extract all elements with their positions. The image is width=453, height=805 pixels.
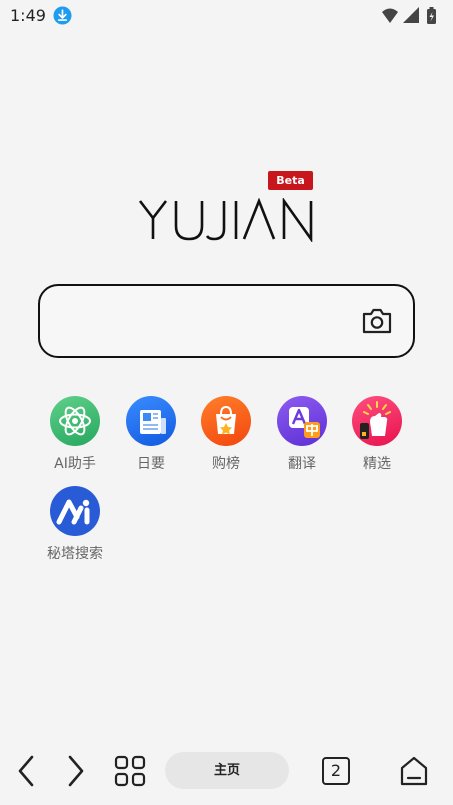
shopping-bag-star-icon (201, 396, 251, 446)
atom-icon (50, 396, 100, 446)
bottom-nav: 主页 2 (0, 740, 453, 805)
shortcut-daily[interactable]: 日要 (113, 396, 189, 482)
shortcut-label: AI助手 (54, 456, 96, 472)
beta-badge: Beta (268, 171, 313, 190)
forward-arrow-icon[interactable] (64, 754, 88, 788)
home-profile-icon[interactable] (399, 755, 429, 787)
tab-count-button[interactable]: 2 (322, 757, 350, 785)
camera-icon[interactable] (361, 306, 393, 336)
battery-charging-icon (427, 7, 436, 24)
status-bar: 1:49 (0, 0, 453, 32)
status-time: 1:49 (10, 6, 46, 25)
home-button[interactable]: 主页 (165, 752, 289, 789)
shortcut-translate[interactable]: 翻译 (264, 396, 340, 482)
shortcut-metaso-search[interactable]: 秘塔搜索 (37, 486, 113, 572)
metaso-icon (50, 486, 100, 536)
shortcut-featured[interactable]: 精选 (339, 396, 415, 482)
shortcut-ai-assistant[interactable]: AI助手 (37, 396, 113, 482)
shortcut-shopping-rank[interactable]: 购榜 (188, 396, 264, 482)
download-arrow-icon (53, 6, 72, 25)
newspaper-icon (126, 396, 176, 446)
back-arrow-icon[interactable] (14, 754, 38, 788)
shortcut-label: 秘塔搜索 (47, 546, 103, 562)
signal-icon (403, 7, 419, 23)
shortcut-label: 翻译 (288, 456, 316, 472)
search-input[interactable] (38, 284, 415, 358)
grid-icon[interactable] (114, 755, 146, 787)
status-icons (382, 7, 436, 24)
yujian-wordmark (138, 198, 313, 242)
wifi-icon (382, 8, 398, 23)
shortcut-label: 日要 (137, 456, 165, 472)
shortcut-label: 购榜 (212, 456, 240, 472)
translate-icon (277, 396, 327, 446)
thumbs-up-icon (352, 396, 402, 446)
app-logo: Beta (138, 170, 318, 245)
shortcut-label: 精选 (363, 456, 391, 472)
